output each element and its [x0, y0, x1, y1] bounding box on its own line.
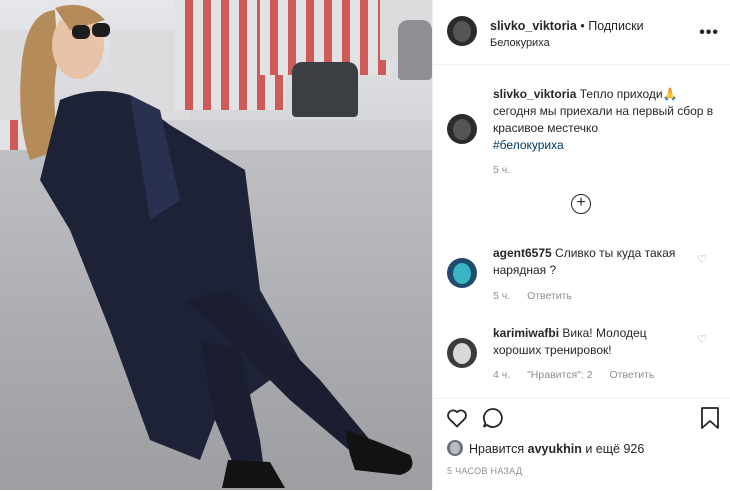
comment-time[interactable]: 5 ч. — [493, 290, 510, 302]
likes-prefix: Нравится — [469, 442, 525, 456]
comment-meta: 4 ч. "Нравится": 2 Ответить — [493, 369, 668, 381]
follow-status-button[interactable]: Подписки — [588, 19, 643, 33]
comment-likes-count[interactable]: "Нравится": 2 — [527, 369, 592, 381]
caption-avatar[interactable] — [447, 114, 477, 144]
post-header: slivko_viktoria • Подписки Белокуриха ••… — [433, 0, 730, 65]
instagram-post: slivko_viktoria • Подписки Белокуриха ••… — [0, 0, 730, 490]
comment-like-heart-icon[interactable]: ♡ — [697, 253, 707, 266]
comment-username[interactable]: karimiwafbi — [493, 326, 559, 340]
post-location[interactable]: Белокуриха — [490, 37, 550, 49]
comment: karimiwafbi Вика! Молодец хороших тренир… — [493, 325, 693, 359]
comment-username[interactable]: agent6575 — [493, 246, 552, 260]
more-options-icon[interactable]: ••• — [699, 24, 719, 42]
header-separator: • — [580, 19, 585, 33]
comment-reply-button[interactable]: Ответить — [527, 290, 572, 302]
author-username[interactable]: slivko_viktoria — [490, 19, 577, 33]
comment-reply-button[interactable]: Ответить — [609, 369, 654, 381]
commenter-avatar[interactable] — [447, 338, 477, 368]
liker-avatar[interactable] — [447, 440, 463, 456]
header-user-line: slivko_viktoria • Подписки — [490, 19, 644, 33]
likes-summary[interactable]: Нравится avyukhin и ещё 926 — [469, 442, 644, 456]
caption-time[interactable]: 5 ч. — [493, 164, 510, 176]
commenter-avatar[interactable] — [447, 258, 477, 288]
comment: agent6575 Сливко ты куда такая нарядная … — [493, 245, 693, 279]
comment-icon[interactable] — [481, 406, 505, 430]
plus-circle-icon[interactable]: + — [571, 194, 591, 214]
bookmark-icon[interactable] — [699, 406, 721, 430]
post-caption: slivko_viktoria Тепло приходи🙏 сегодня м… — [493, 86, 721, 154]
photo-person — [20, 4, 413, 488]
liker-username[interactable]: avyukhin — [528, 442, 582, 456]
heart-icon[interactable] — [445, 406, 469, 430]
comment-time[interactable]: 4 ч. — [493, 369, 510, 381]
author-avatar[interactable] — [447, 16, 477, 46]
comment-like-heart-icon[interactable]: ♡ — [697, 333, 707, 346]
caption-hashtag[interactable]: #белокуриха — [493, 138, 564, 152]
post-photo[interactable] — [0, 0, 432, 490]
comment-meta: 5 ч. Ответить — [493, 290, 586, 302]
likes-suffix[interactable]: и ещё 926 — [585, 442, 644, 456]
post-timestamp[interactable]: 5 ЧАСОВ НАЗАД — [447, 466, 522, 476]
caption-username[interactable]: slivko_viktoria — [493, 87, 576, 101]
post-sidebar: slivko_viktoria • Подписки Белокуриха ••… — [432, 0, 730, 490]
